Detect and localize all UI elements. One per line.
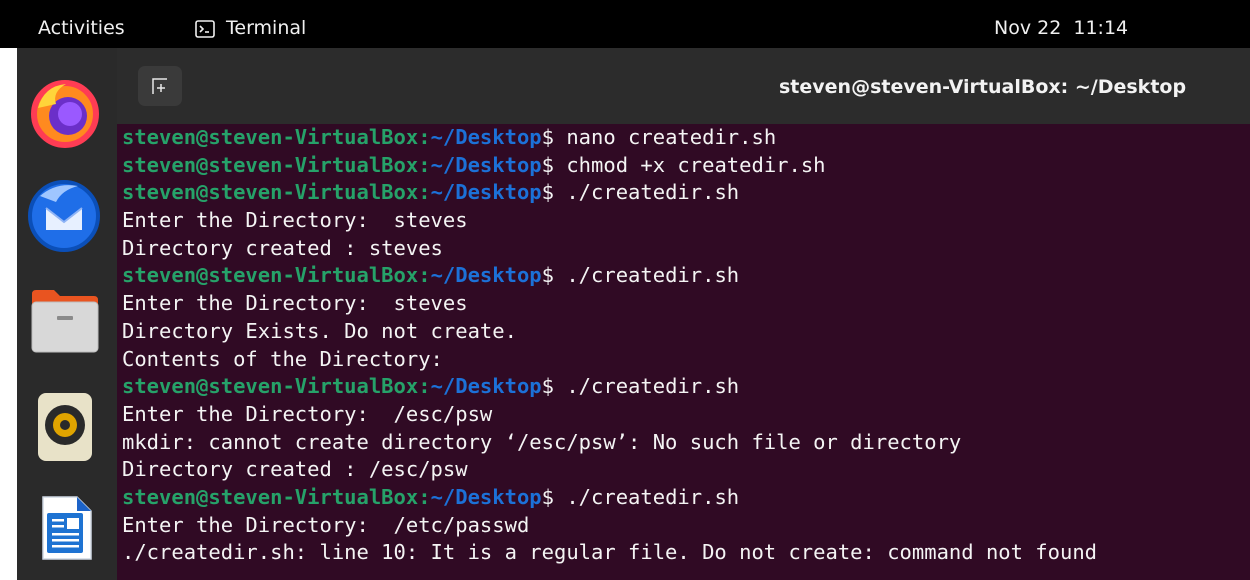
output-line: Directory Exists. Do not create. [122, 318, 1248, 346]
prompt-symbol: $ [541, 374, 554, 399]
prompt-user: steven@steven-VirtualBox [122, 484, 419, 509]
prompt-user: steven@steven-VirtualBox [122, 125, 419, 149]
new-tab-icon [152, 78, 167, 94]
command-text: ./createdir.sh [554, 484, 740, 509]
window-titlebar[interactable]: steven@steven-VirtualBox: ~/Desktop [117, 48, 1250, 124]
output-text: Enter the Directory: steves [122, 208, 468, 233]
output-line: Enter the Directory: /esc/psw [122, 401, 1248, 429]
prompt-user: steven@steven-VirtualBox [122, 152, 419, 177]
prompt-line: steven@steven-VirtualBox:~/Desktop$ chmo… [122, 152, 1248, 180]
output-text: Enter the Directory: /esc/psw [122, 401, 493, 426]
output-line: mkdir: cannot create directory ‘/esc/psw… [122, 429, 1248, 457]
prompt-symbol: $ [541, 125, 554, 149]
terminal-icon [195, 20, 215, 38]
top-bar: Activities Terminal Nov 22 11:14 [0, 0, 1250, 48]
prompt-separator: : [418, 374, 431, 399]
output-text: Directory Exists. Do not create. [122, 318, 517, 343]
libreoffice-writer-icon[interactable] [41, 495, 93, 561]
app-menu-label[interactable]: Terminal [226, 16, 306, 40]
output-text: ./createdir.sh: line 10: It is a regular… [122, 540, 1098, 565]
prompt-separator: : [418, 263, 431, 288]
command-text: ./createdir.sh [554, 180, 740, 205]
prompt-line: steven@steven-VirtualBox:~/Desktop$ ./cr… [122, 484, 1248, 512]
output-line: ./createdir.sh: line 10: It is a regular… [122, 539, 1248, 567]
output-line: Enter the Directory: steves [122, 290, 1248, 318]
prompt-line: steven@steven-VirtualBox:~/Desktop$ ./cr… [122, 179, 1248, 207]
prompt-symbol: $ [541, 263, 554, 288]
command-text: ./createdir.sh [554, 374, 740, 399]
output-text: Directory created : steves [122, 235, 443, 260]
new-tab-button[interactable] [138, 66, 182, 106]
firefox-icon[interactable] [30, 78, 100, 148]
prompt-separator: : [418, 180, 431, 205]
output-line: Enter the Directory: /etc/passwd [122, 512, 1248, 540]
terminal-window: steven@steven-VirtualBox: ~/Desktop stev… [117, 48, 1250, 580]
prompt-line: steven@steven-VirtualBox:~/Desktop$ ./cr… [122, 373, 1248, 401]
output-line: Directory created : /esc/psw [122, 456, 1248, 484]
output-line: Enter the Directory: steves [122, 207, 1248, 235]
prompt-path: ~/Desktop [430, 125, 542, 149]
output-text: mkdir: cannot create directory ‘/esc/psw… [122, 429, 962, 454]
command-text: nano createdir.sh [554, 125, 777, 149]
prompt-symbol: $ [541, 152, 554, 177]
prompt-user: steven@steven-VirtualBox [122, 374, 419, 399]
prompt-separator: : [418, 484, 431, 509]
prompt-path: ~/Desktop [430, 374, 542, 399]
output-text: Enter the Directory: steves [122, 291, 468, 316]
prompt-separator: : [418, 152, 431, 177]
prompt-user: steven@steven-VirtualBox [122, 263, 419, 288]
clock[interactable]: Nov 22 11:14 [994, 16, 1128, 40]
output-text: Enter the Directory: /etc/passwd [122, 512, 530, 537]
prompt-separator: : [418, 125, 431, 149]
dock [17, 48, 117, 580]
prompt-path: ~/Desktop [430, 180, 542, 205]
output-line: Contents of the Directory: [122, 346, 1248, 374]
prompt-path: ~/Desktop [430, 152, 542, 177]
files-icon[interactable] [30, 288, 100, 354]
output-text: Directory created : /esc/psw [122, 457, 468, 482]
prompt-path: ~/Desktop [430, 484, 542, 509]
command-text: ./createdir.sh [554, 263, 740, 288]
output-line: Directory created : steves [122, 235, 1248, 263]
terminal-output[interactable]: steven@steven-VirtualBox:~/Desktop$ nano… [122, 124, 1248, 580]
thunderbird-icon[interactable] [26, 178, 102, 252]
command-text: chmod +x createdir.sh [554, 152, 826, 177]
prompt-user: steven@steven-VirtualBox [122, 180, 419, 205]
prompt-path: ~/Desktop [430, 263, 542, 288]
rhythmbox-icon[interactable] [36, 391, 94, 463]
prompt-symbol: $ [541, 180, 554, 205]
output-text: Contents of the Directory: [122, 346, 443, 371]
prompt-line: steven@steven-VirtualBox:~/Desktop$ nano… [122, 124, 1248, 152]
window-title: steven@steven-VirtualBox: ~/Desktop [779, 76, 1187, 98]
activities-button[interactable]: Activities [38, 16, 125, 40]
prompt-line: steven@steven-VirtualBox:~/Desktop$ ./cr… [122, 262, 1248, 290]
prompt-symbol: $ [541, 484, 554, 509]
